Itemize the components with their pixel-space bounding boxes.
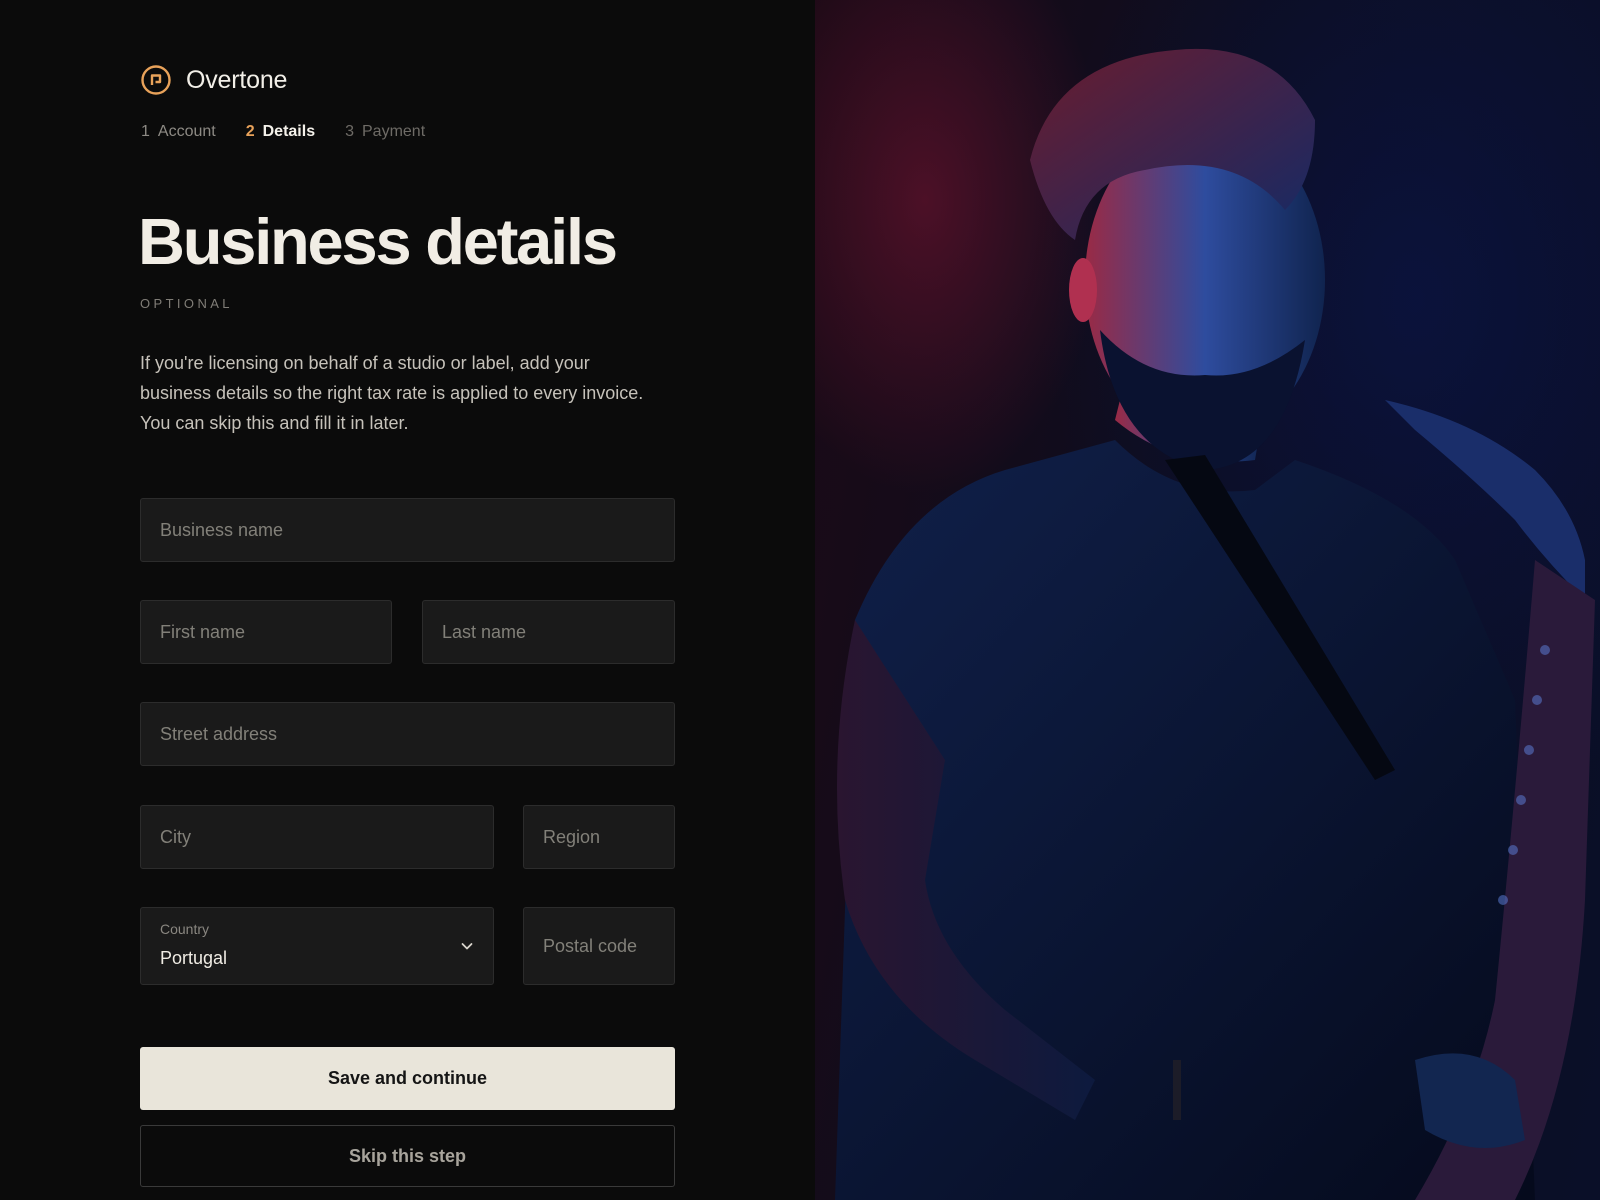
postal-code-placeholder: Postal code — [543, 935, 638, 956]
city-field[interactable]: City — [140, 805, 494, 869]
saxophonist-photo — [835, 48, 1595, 1200]
page-title: Business details — [138, 205, 618, 278]
save-and-continue-button[interactable]: Save and continue — [140, 1047, 675, 1110]
skip-step-button[interactable]: Skip this step — [140, 1125, 675, 1187]
step-number: 3 — [345, 123, 354, 140]
step-details[interactable]: 2 Details — [246, 123, 315, 141]
step-number: 2 — [245, 123, 255, 140]
postal-code-field[interactable]: Postal code — [523, 907, 675, 985]
business-name-field[interactable]: Business name — [140, 498, 675, 562]
country-select[interactable]: Country Portugal — [140, 907, 494, 985]
last-name-field[interactable]: Last name — [422, 600, 675, 664]
overtone-logo-icon — [141, 65, 171, 95]
form-panel: Overtone 1 Account 2 Details 3 Payment B… — [0, 0, 815, 1200]
step-label: Payment — [362, 123, 426, 140]
first-name-field[interactable]: First name — [140, 600, 392, 664]
stepper: 1 Account 2 Details 3 Payment — [141, 123, 425, 141]
business-name-placeholder: Business name — [160, 519, 284, 540]
country-label: Country — [160, 921, 210, 937]
step-account[interactable]: 1 Account — [141, 123, 216, 141]
first-name-placeholder: First name — [160, 621, 246, 642]
step-number: 1 — [141, 123, 150, 140]
step-payment[interactable]: 3 Payment — [345, 123, 425, 141]
region-field[interactable]: Region — [523, 805, 675, 869]
country-value: Portugal — [160, 948, 228, 968]
last-name-placeholder: Last name — [442, 621, 527, 642]
optional-label: OPTIONAL — [140, 296, 233, 311]
region-placeholder: Region — [543, 826, 601, 847]
signup-page: Overtone 1 Account 2 Details 3 Payment B… — [0, 0, 1600, 1200]
brand[interactable]: Overtone — [140, 64, 287, 96]
step-label: Account — [157, 123, 216, 140]
chevron-down-icon — [461, 943, 473, 950]
street-address-field[interactable]: Street address — [140, 702, 675, 766]
brand-name: Overtone — [186, 65, 288, 94]
intro-text: If you're licensing on behalf of a studi… — [140, 353, 644, 433]
city-placeholder: City — [160, 826, 191, 847]
step-label: Details — [262, 123, 316, 140]
street-address-placeholder: Street address — [160, 723, 278, 744]
hero-photo-panel — [815, 0, 1600, 1200]
